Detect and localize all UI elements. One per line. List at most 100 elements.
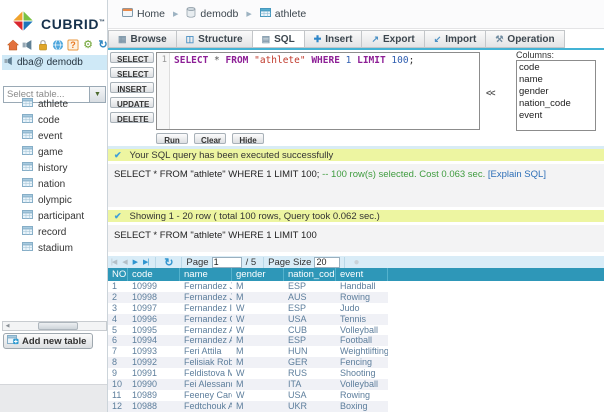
sidebar-item-event[interactable]: event <box>0 128 107 144</box>
cell-event: Football <box>336 335 388 346</box>
editor-line-number: 1 <box>157 53 170 129</box>
table-row[interactable]: 110999Fernandez Je...MESPHandball <box>108 281 388 292</box>
settings-icon[interactable]: ⚙ <box>82 39 94 51</box>
result-grid-header: NOcodenamegendernation_codeevent <box>108 268 604 281</box>
column-option-nation_code[interactable]: nation_code <box>519 98 593 110</box>
scrollbar-thumb[interactable] <box>38 322 78 330</box>
sidebar-item-olympic[interactable]: olympic <box>0 192 107 208</box>
table-icon <box>22 242 33 254</box>
table-row[interactable]: 510995Fernandez An...WCUBVolleyball <box>108 325 388 336</box>
divider <box>263 257 264 268</box>
breadcrumb-table[interactable]: athlete <box>260 8 307 20</box>
hide-button[interactable]: Hide <box>232 133 264 144</box>
table-row[interactable]: 710993Feri AttilaMHUNWeightlifting <box>108 346 388 357</box>
cell-no: 12 <box>108 401 128 412</box>
structure-icon: ◫ <box>186 34 195 45</box>
import-icon: ↙ <box>434 34 442 45</box>
sql-editor[interactable]: 1 SELECT * FROM "athlete" WHERE 1 LIMIT … <box>156 52 480 130</box>
brand-name: CUBRID™ <box>41 16 106 32</box>
update-template-button[interactable]: UPDATE <box>110 97 154 108</box>
table-row[interactable]: 1210988Fedtchouk AndriMUKRBoxing <box>108 401 388 412</box>
table-row[interactable]: 810992Felisiak RobertMGERFencing <box>108 357 388 368</box>
breadcrumb-home[interactable]: Home <box>122 8 165 20</box>
explain-sql-link[interactable]: [Explain SQL] <box>488 169 546 180</box>
column-header-gender[interactable]: gender <box>232 268 284 281</box>
tab-export[interactable]: ↗Export <box>362 30 424 48</box>
column-option-code[interactable]: code <box>519 62 593 74</box>
tab-insert[interactable]: ✚Insert <box>305 30 363 48</box>
sidebar-item-code[interactable]: code <box>0 112 107 128</box>
tab-label: Insert <box>325 34 352 45</box>
tab-sql[interactable]: ▤SQL <box>253 30 305 48</box>
page-number-input[interactable] <box>212 257 242 268</box>
tab-import[interactable]: ↙Import <box>425 30 487 48</box>
table-name-label: participant <box>38 211 84 222</box>
column-header-code[interactable]: code <box>128 268 180 281</box>
tab-operation[interactable]: ⚒Operation <box>486 30 564 48</box>
cell-gender: M <box>232 401 284 412</box>
browser-icon[interactable] <box>52 39 64 51</box>
table-row[interactable]: 210998Fernandez Ja...MAUSRowing <box>108 292 388 303</box>
sidebar-item-history[interactable]: history <box>0 160 107 176</box>
help-icon[interactable]: ? <box>67 39 79 51</box>
tab-browse[interactable]: ▦Browse <box>108 30 177 48</box>
last-page-icon[interactable]: ▶| <box>140 258 151 266</box>
editor-action-buttons: Run Clear Hide <box>156 133 264 144</box>
table-row[interactable]: 610994Fernandez Ab...MESPFootball <box>108 335 388 346</box>
delete-template-button[interactable]: DELETE <box>110 112 154 123</box>
select-template-button[interactable]: SELECT * <box>110 52 154 63</box>
breadcrumb-database-label: demodb <box>200 8 238 20</box>
current-connection[interactable]: dba@ demodb <box>2 55 107 70</box>
columns-listbox[interactable]: codenamegendernation_codeevent <box>516 60 596 131</box>
insert-template-button[interactable]: INSERT <box>110 82 154 93</box>
table-row[interactable]: 1110989Feeney CarolWUSARowing <box>108 390 388 401</box>
breadcrumb-database[interactable]: demodb <box>186 7 238 21</box>
executed-query-text: SELECT * FROM "athlete" WHERE 1 LIMIT 10… <box>114 169 319 180</box>
column-header-event[interactable]: event <box>336 268 388 281</box>
run-button[interactable]: Run <box>156 133 188 144</box>
column-header-nation_code[interactable]: nation_code <box>284 268 336 281</box>
reload-grid-icon[interactable]: ↻ <box>160 256 177 269</box>
column-option-gender[interactable]: gender <box>519 86 593 98</box>
cell-name: Feldistova Maria <box>180 368 232 379</box>
table-row[interactable]: 1010990Fei AlessandroMITAVolleyball <box>108 379 388 390</box>
column-header-no[interactable]: NO <box>108 268 128 281</box>
sidebar-item-record[interactable]: record <box>0 224 107 240</box>
cell-no: 5 <box>108 325 128 336</box>
cell-name: Fernandez Ja... <box>180 292 232 303</box>
page-size-input[interactable] <box>314 257 340 268</box>
cell-gender: W <box>232 368 284 379</box>
scroll-left-icon[interactable]: ◀ <box>3 323 12 329</box>
add-new-table-button[interactable]: Add new table <box>3 333 93 349</box>
home-icon[interactable] <box>7 39 19 51</box>
first-page-icon[interactable]: |◀ <box>108 258 119 266</box>
cell-no: 1 <box>108 281 128 292</box>
table-name-label: athlete <box>38 99 68 110</box>
table-row[interactable]: 410996Fernandez GigiWUSATennis <box>108 314 388 325</box>
cell-event: Rowing <box>336 390 388 401</box>
clear-button[interactable]: Clear <box>194 133 226 144</box>
table-row[interactable]: 910991Feldistova MariaWRUSShooting <box>108 368 388 379</box>
move-columns-left-button[interactable]: << <box>486 88 495 98</box>
sidebar-item-game[interactable]: game <box>0 144 107 160</box>
column-header-name[interactable]: name <box>180 268 232 281</box>
sidebar-item-participant[interactable]: participant <box>0 208 107 224</box>
sidebar-item-nation[interactable]: nation <box>0 176 107 192</box>
column-option-event[interactable]: event <box>519 110 593 122</box>
tab-structure[interactable]: ◫Structure <box>177 30 253 48</box>
sidebar-horizontal-scrollbar[interactable]: ◀ <box>2 321 107 331</box>
editor-code-line[interactable]: SELECT * FROM "athlete" WHERE 1 LIMIT 10… <box>170 53 479 129</box>
cell-event: Volleyball <box>336 325 388 336</box>
column-option-name[interactable]: name <box>519 74 593 86</box>
next-page-icon[interactable]: ▶ <box>130 258 140 266</box>
select-template-button[interactable]: SELECT <box>110 67 154 78</box>
cell-code: 10990 <box>128 379 180 390</box>
table-row[interactable]: 310997Fernandez Is...WESPJudo <box>108 303 388 314</box>
sidebar-item-athlete[interactable]: athlete <box>0 96 107 112</box>
sidebar-item-stadium[interactable]: stadium <box>0 240 107 256</box>
previous-page-icon[interactable]: ◀ <box>119 258 129 266</box>
connection-icon[interactable] <box>22 39 34 51</box>
home-window-icon <box>122 8 133 20</box>
lock-icon[interactable] <box>37 39 49 51</box>
cubrid-logo: CUBRID™ <box>11 9 106 38</box>
